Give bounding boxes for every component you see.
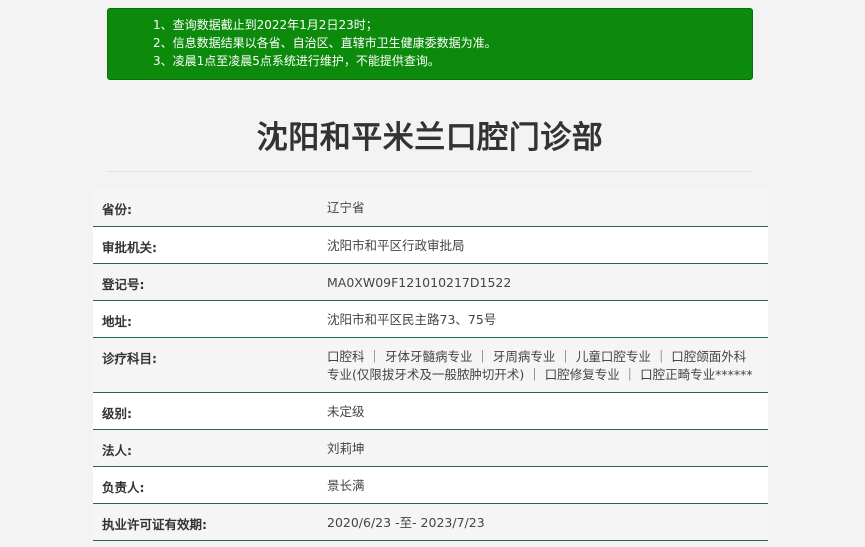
notice-line: 1、查询数据截止到2022年1月2日23时； xyxy=(153,18,378,32)
row-label: 审批机关: xyxy=(102,239,157,255)
row-label: 登记号: xyxy=(102,276,145,292)
row-label: 诊疗科目: xyxy=(102,350,157,366)
row-value: 景长满 xyxy=(327,477,365,493)
info-row-level: 级别: 未定级 xyxy=(93,392,768,429)
page-title: 沈阳和平米兰口腔门诊部 xyxy=(256,120,604,156)
row-label: 法人: xyxy=(102,442,132,458)
row-value: 刘莉坤 xyxy=(327,440,365,456)
info-row-registration-number: 登记号: MA0XW09F121010217D1522 xyxy=(93,263,768,300)
title-divider xyxy=(107,171,753,172)
row-label: 地址: xyxy=(102,313,132,329)
notice-line: 2、信息数据结果以各省、自治区、直辖市卫生健康委数据为准。 xyxy=(153,36,497,50)
row-value: 未定级 xyxy=(327,403,365,419)
row-value: 辽宁省 xyxy=(327,200,365,215)
info-row-province: 省份: 辽宁省 xyxy=(93,189,768,226)
clinic-info-table: 省份: 辽宁省 审批机关: 沈阳市和平区行政审批局 登记号: MA0XW09F1… xyxy=(93,189,768,541)
row-value: MA0XW09F121010217D1522 xyxy=(327,274,512,290)
info-row-approval-authority: 审批机关: 沈阳市和平区行政审批局 xyxy=(93,226,768,263)
info-row-treatment-subjects: 诊疗科目: 口腔科 ｜ 牙体牙髓病专业 ｜ 牙周病专业 ｜ 儿童口腔专业 ｜ 口… xyxy=(93,337,768,392)
notice-line: 3、凌晨1点至凌晨5点系统进行维护，不能提供查询。 xyxy=(153,54,440,68)
notice-banner: 1、查询数据截止到2022年1月2日23时； 2、信息数据结果以各省、自治区、直… xyxy=(107,8,753,80)
info-row-address: 地址: 沈阳市和平区民主路73、75号 xyxy=(93,300,768,337)
info-row-legal-person: 法人: 刘莉坤 xyxy=(93,429,768,466)
row-value: 沈阳市和平区行政审批局 xyxy=(327,237,465,253)
info-row-person-in-charge: 负责人: 景长满 xyxy=(93,466,768,503)
row-value: 口腔科 ｜ 牙体牙髓病专业 ｜ 牙周病专业 ｜ 儿童口腔专业 ｜ 口腔颌面外科专… xyxy=(327,348,753,382)
row-label: 负责人: xyxy=(102,479,145,495)
info-row-license-validity: 执业许可证有效期: 2020/6/23 -至- 2023/7/23 xyxy=(93,503,768,540)
row-value: 沈阳市和平区民主路73、75号 xyxy=(327,311,497,327)
row-label: 省份: xyxy=(102,202,132,217)
row-label: 执业许可证有效期: xyxy=(102,516,207,532)
row-value: 2020/6/23 -至- 2023/7/23 xyxy=(327,514,485,530)
row-label: 级别: xyxy=(102,405,132,421)
